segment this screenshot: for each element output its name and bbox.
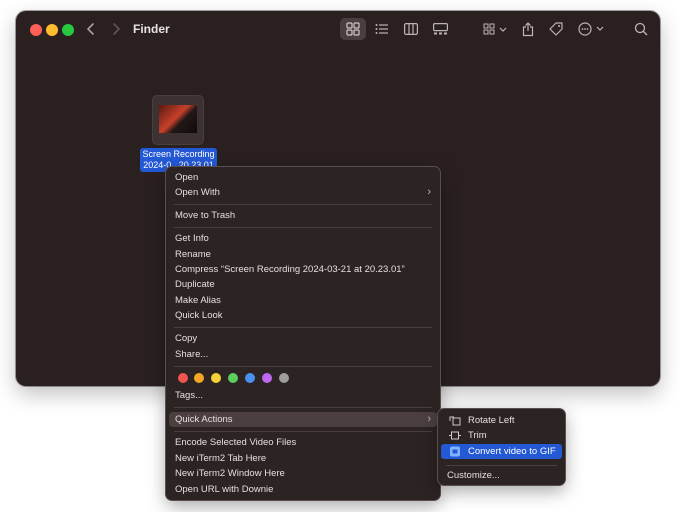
submenu-item-convert-gif[interactable]: Convert video to GIF bbox=[441, 444, 562, 459]
menu-item-label: Open URL with Downie bbox=[175, 484, 274, 495]
more-icon bbox=[578, 22, 604, 36]
submenu-item-trim[interactable]: Trim bbox=[441, 428, 562, 443]
chevron-left-icon bbox=[86, 23, 94, 35]
menu-item-rename[interactable]: Rename bbox=[169, 247, 437, 262]
tag-color-orange[interactable] bbox=[194, 373, 204, 383]
menu-item-move-to-trash[interactable]: Move to Trash bbox=[169, 208, 437, 223]
menu-separator bbox=[174, 227, 432, 228]
context-menu: Open Open With › Move to Trash Get Info R… bbox=[166, 167, 440, 500]
close-button[interactable] bbox=[30, 24, 42, 36]
tag-color-green[interactable] bbox=[228, 373, 238, 383]
window-title: Finder bbox=[133, 22, 170, 36]
menu-item-label: Get Info bbox=[175, 233, 209, 244]
zoom-button[interactable] bbox=[62, 24, 74, 36]
menu-item-label: Open bbox=[175, 172, 199, 183]
menu-item-copy[interactable]: Copy bbox=[169, 331, 437, 346]
tag-button[interactable] bbox=[546, 18, 566, 40]
submenu-item-label: Trim bbox=[468, 430, 487, 441]
menu-item-quick-actions[interactable]: Quick Actions › bbox=[169, 412, 437, 427]
back-button[interactable] bbox=[82, 20, 100, 38]
video-thumbnail bbox=[159, 105, 197, 133]
menu-item-label: Encode Selected Video Files bbox=[175, 437, 297, 448]
file-label-line1: Screen Recording bbox=[142, 149, 215, 159]
list-view-button[interactable] bbox=[371, 18, 393, 40]
rotate-left-icon bbox=[449, 416, 461, 426]
chevron-right-icon: › bbox=[427, 413, 431, 425]
menu-item-label: Rename bbox=[175, 249, 211, 260]
menu-item-label: Compress “Screen Recording 2024-03-21 at… bbox=[175, 264, 405, 275]
menu-separator bbox=[174, 366, 432, 367]
menu-item-label: Move to Trash bbox=[175, 210, 236, 221]
column-view-button[interactable] bbox=[400, 18, 422, 40]
menu-item-label: Quick Actions bbox=[175, 414, 233, 425]
menu-item-label: Open With bbox=[175, 187, 220, 198]
menu-item-iterm-tab[interactable]: New iTerm2 Tab Here bbox=[169, 451, 437, 466]
menu-item-downie[interactable]: Open URL with Downie bbox=[169, 482, 437, 497]
menu-separator bbox=[446, 465, 557, 466]
columns-icon bbox=[404, 23, 418, 35]
menu-item-quick-look[interactable]: Quick Look bbox=[169, 308, 437, 323]
menu-item-open[interactable]: Open bbox=[169, 170, 437, 185]
gallery-view-button[interactable] bbox=[429, 18, 451, 40]
menu-item-tags[interactable]: Tags... bbox=[169, 388, 437, 403]
menu-item-label: Tags... bbox=[175, 390, 203, 401]
grid-icon bbox=[346, 22, 360, 36]
tag-color-blue[interactable] bbox=[245, 373, 255, 383]
icon-view-button[interactable] bbox=[340, 18, 366, 40]
gallery-icon bbox=[432, 23, 448, 35]
submenu-item-label: Convert video to GIF bbox=[468, 446, 556, 457]
menu-item-open-with[interactable]: Open With › bbox=[169, 185, 437, 200]
search-icon bbox=[634, 22, 648, 36]
menu-item-label: Duplicate bbox=[175, 279, 215, 290]
menu-item-encode-video[interactable]: Encode Selected Video Files bbox=[169, 435, 437, 450]
menu-item-get-info[interactable]: Get Info bbox=[169, 231, 437, 246]
tag-color-yellow[interactable] bbox=[211, 373, 221, 383]
menu-separator bbox=[174, 204, 432, 205]
menu-item-label: New iTerm2 Tab Here bbox=[175, 453, 267, 464]
menu-item-share[interactable]: Share... bbox=[169, 347, 437, 362]
tag-icon bbox=[549, 22, 563, 36]
quick-actions-submenu: Rotate Left Trim Convert video to GIF Cu… bbox=[438, 409, 565, 485]
share-icon bbox=[522, 21, 534, 36]
file-icon[interactable] bbox=[153, 96, 203, 144]
menu-separator bbox=[174, 327, 432, 328]
tag-color-gray[interactable] bbox=[279, 373, 289, 383]
search-button[interactable] bbox=[632, 18, 650, 40]
menu-item-duplicate[interactable]: Duplicate bbox=[169, 277, 437, 292]
menu-item-label: Copy bbox=[175, 333, 198, 344]
submenu-item-label: Customize... bbox=[447, 470, 500, 481]
group-button[interactable] bbox=[481, 18, 511, 40]
menu-item-make-alias[interactable]: Make Alias bbox=[169, 293, 437, 308]
menu-item-compress[interactable]: Compress “Screen Recording 2024-03-21 at… bbox=[169, 262, 437, 277]
list-icon bbox=[375, 24, 388, 34]
tag-color-red[interactable] bbox=[178, 373, 188, 383]
menu-item-label: Quick Look bbox=[175, 310, 223, 321]
submenu-item-customize[interactable]: Customize... bbox=[441, 468, 562, 483]
group-icon bbox=[483, 23, 507, 35]
submenu-item-rotate-left[interactable]: Rotate Left bbox=[441, 413, 562, 428]
chevron-right-icon: › bbox=[427, 186, 431, 198]
minimize-button[interactable] bbox=[46, 24, 58, 36]
menu-item-label: Share... bbox=[175, 349, 209, 360]
menu-separator bbox=[174, 431, 432, 432]
submenu-item-label: Rotate Left bbox=[468, 415, 515, 426]
trim-icon bbox=[449, 431, 461, 440]
share-button[interactable] bbox=[519, 18, 537, 40]
tag-color-purple[interactable] bbox=[262, 373, 272, 383]
title-bar: Finder bbox=[16, 11, 660, 47]
menu-item-label: New iTerm2 Window Here bbox=[175, 468, 285, 479]
forward-button[interactable] bbox=[107, 20, 125, 38]
menu-item-label: Make Alias bbox=[175, 295, 221, 306]
shortcut-icon bbox=[450, 446, 460, 457]
more-actions-button[interactable] bbox=[577, 18, 607, 40]
menu-item-iterm-window[interactable]: New iTerm2 Window Here bbox=[169, 466, 437, 481]
menu-separator bbox=[174, 407, 432, 408]
chevron-right-icon bbox=[113, 23, 121, 35]
